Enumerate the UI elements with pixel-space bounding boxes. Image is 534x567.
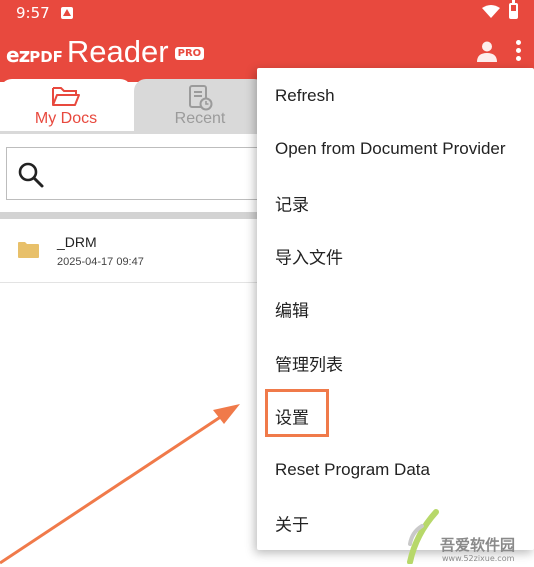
menu-item-label: 导入文件 [275, 248, 343, 267]
menu-item-label: 记录 [275, 195, 309, 214]
menu-item-label: 编辑 [275, 301, 309, 320]
user-icon[interactable] [476, 40, 498, 62]
logo-ez: ez [6, 43, 30, 67]
overflow-menu: Refresh Open from Document Provider 记录 导… [257, 68, 534, 550]
more-vert-icon[interactable] [514, 40, 522, 64]
tab-label: Recent [174, 110, 226, 127]
menu-item-label: Reset Program Data [275, 459, 430, 479]
watermark-logo-icon [407, 509, 439, 564]
logo-pdf: PDF [29, 48, 63, 66]
menu-item-label: 关于 [275, 515, 309, 534]
menu-item-edit[interactable]: 编辑 [257, 282, 534, 335]
menu-item-label: 管理列表 [275, 355, 343, 374]
menu-item-import-file[interactable]: 导入文件 [257, 229, 534, 282]
search-icon [18, 162, 44, 188]
watermark-site: www.52zixue.com [442, 554, 515, 563]
tab-recent[interactable]: Recent [134, 79, 266, 133]
tab-label: My Docs [34, 110, 98, 127]
notification-icon [61, 7, 73, 19]
watermark: 吾爱软件园 www.52zixue.com [400, 500, 534, 567]
tab-my-docs[interactable]: My Docs [0, 79, 132, 133]
battery-icon [509, 0, 518, 19]
wifi-icon [482, 5, 500, 18]
menu-item-open-from-provider[interactable]: Open from Document Provider [257, 122, 534, 175]
file-name: _DRM [57, 234, 97, 250]
status-time: 9:57 [16, 4, 50, 22]
folder-icon [18, 242, 39, 258]
search-input[interactable] [6, 147, 266, 200]
logo-reader: Reader [66, 34, 169, 69]
settings-highlight-box [265, 389, 329, 437]
file-date: 2025-04-17 09:47 [57, 256, 144, 268]
app-logo: ez PDF Reader PRO [6, 34, 205, 70]
menu-item-history[interactable]: 记录 [257, 176, 534, 229]
pro-badge: PRO [174, 47, 205, 60]
menu-item-refresh[interactable]: Refresh [257, 69, 534, 122]
menu-item-label: Refresh [275, 85, 335, 105]
recent-doc-icon [189, 85, 213, 111]
menu-item-manage-list[interactable]: 管理列表 [257, 336, 534, 389]
menu-item-label: Open from Document Provider [275, 138, 506, 158]
watermark-text: 吾爱软件园 [440, 536, 516, 554]
folder-open-icon [52, 87, 80, 106]
menu-item-reset-program-data[interactable]: Reset Program Data [257, 443, 534, 496]
